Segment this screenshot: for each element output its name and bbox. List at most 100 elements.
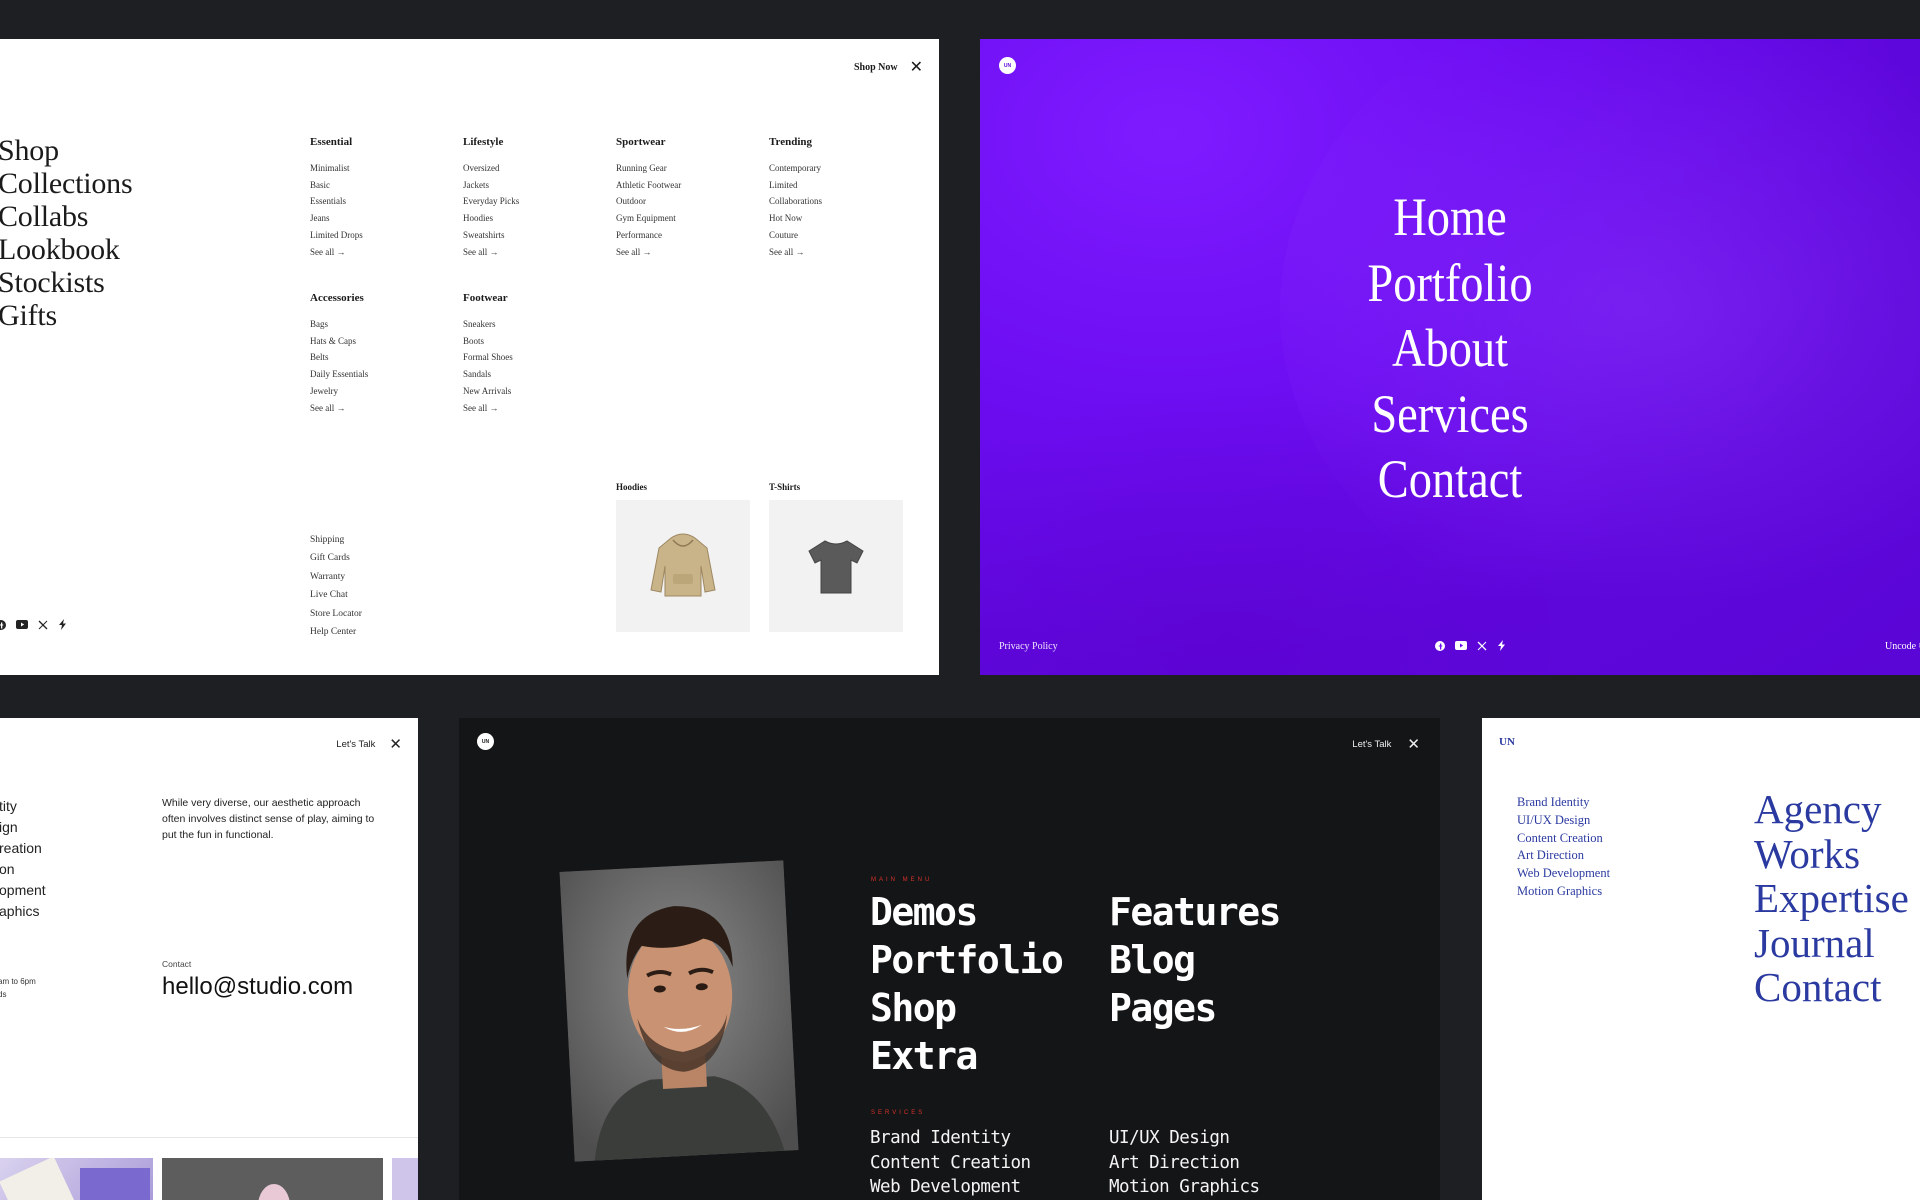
nav-item[interactable]: Expertise	[1754, 876, 1909, 921]
see-all-link[interactable]: See all →	[616, 244, 681, 261]
column-link[interactable]: Sandals	[463, 366, 513, 383]
logo[interactable]: UN	[1499, 736, 1515, 748]
service-item[interactable]: ign	[0, 817, 46, 838]
column-link[interactable]: Gym Equipment	[616, 210, 681, 227]
menu-item[interactable]: Extra	[870, 1032, 1062, 1080]
menu-item[interactable]: Portfolio	[870, 936, 1064, 984]
column-link[interactable]: Running Gear	[616, 160, 681, 177]
column-link[interactable]: Sneakers	[463, 316, 513, 333]
column-link[interactable]: Hot Now	[769, 210, 822, 227]
see-all-link[interactable]: See all →	[310, 400, 368, 417]
nav-item[interactable]: About	[1046, 316, 1854, 382]
main-nav-item[interactable]: Collections	[0, 167, 133, 200]
service-link[interactable]: UI/UX Design	[1517, 812, 1610, 830]
column-link[interactable]: New Arrivals	[463, 383, 513, 400]
column-link[interactable]: Bags	[310, 316, 368, 333]
see-all-link[interactable]: See all →	[463, 244, 519, 261]
menu-item[interactable]: Features	[1109, 888, 1282, 936]
footer-link[interactable]: Help Center	[310, 623, 362, 641]
email-link[interactable]: hello@studio.com	[162, 973, 353, 1001]
nav-item[interactable]: Portfolio	[1046, 251, 1854, 317]
product-card-hoodies[interactable]: Hoodies	[616, 482, 750, 632]
column-link[interactable]: Belts	[310, 349, 368, 366]
column-link[interactable]: Sweatshirts	[463, 227, 519, 244]
service-link[interactable]: Brand Identity	[1517, 794, 1610, 812]
service-link[interactable]: Motion Graphics	[1109, 1175, 1260, 1200]
service-link[interactable]: Web Development	[1517, 865, 1610, 883]
column-link[interactable]: Jackets	[463, 177, 519, 194]
footer-link[interactable]: Live Chat	[310, 586, 362, 604]
menu-item[interactable]: Blog	[1109, 936, 1280, 984]
menu-item[interactable]: Shop	[870, 984, 1062, 1032]
menu-item[interactable]: Pages	[1109, 984, 1280, 1032]
close-icon[interactable]: ✕	[1407, 735, 1420, 753]
column-link[interactable]: Oversized	[463, 160, 519, 177]
close-icon[interactable]: ✕	[910, 59, 923, 75]
nav-item[interactable]: Contact	[1754, 965, 1909, 1010]
thumbnail-image[interactable]	[392, 1158, 418, 1200]
main-nav-item[interactable]: Lookbook	[0, 233, 132, 266]
product-card-tshirts[interactable]: T-Shirts	[769, 482, 903, 632]
column-link[interactable]: Limited	[769, 177, 822, 194]
see-all-link[interactable]: See all →	[310, 244, 363, 261]
service-item[interactable]: reation	[0, 838, 46, 859]
lets-talk-link[interactable]: Let's Talk	[336, 739, 375, 750]
column-link[interactable]: Outdoor	[616, 193, 681, 210]
x-icon[interactable]	[38, 620, 48, 630]
service-item[interactable]: aphics	[0, 901, 46, 922]
column-link[interactable]: Minimalist	[310, 160, 363, 177]
column-link[interactable]: Limited Drops	[310, 227, 363, 244]
column-link[interactable]: Collaborations	[769, 193, 822, 210]
service-link[interactable]: Content Creation	[870, 1151, 1031, 1176]
footer-link[interactable]: Store Locator	[310, 605, 362, 623]
close-icon[interactable]: ✕	[389, 735, 402, 753]
service-item[interactable]: opment	[0, 880, 46, 901]
bolt-icon[interactable]	[58, 619, 67, 630]
product-image[interactable]	[616, 500, 750, 632]
column-link[interactable]: Athletic Footwear	[616, 177, 681, 194]
footer-link[interactable]: Warranty	[310, 568, 362, 586]
main-nav-item[interactable]: Stockists	[0, 266, 132, 299]
column-link[interactable]: Jewelry	[310, 383, 368, 400]
service-link[interactable]: Art Direction	[1109, 1151, 1260, 1176]
nav-item[interactable]: Works	[1754, 831, 1909, 877]
main-nav-item[interactable]: Collabs	[0, 200, 132, 233]
logo[interactable]: UN	[477, 733, 494, 750]
facebook-icon[interactable]	[1435, 640, 1445, 651]
nav-item[interactable]: Services	[1046, 382, 1854, 448]
shop-now-link[interactable]: Shop Now	[854, 62, 898, 73]
thumbnail-image[interactable]	[0, 1156, 153, 1200]
logo[interactable]: UN	[999, 57, 1016, 74]
column-link[interactable]: Jeans	[310, 210, 363, 227]
column-link[interactable]: Hoodies	[463, 210, 519, 227]
service-link[interactable]: Art Direction	[1517, 847, 1610, 865]
youtube-icon[interactable]	[1455, 641, 1467, 650]
main-nav-item[interactable]: Shop	[0, 134, 132, 167]
service-item[interactable]: on	[0, 859, 46, 880]
column-link[interactable]: Basic	[310, 177, 363, 194]
nav-item[interactable]: Home	[1046, 185, 1854, 251]
x-icon[interactable]	[1477, 641, 1487, 651]
bolt-icon[interactable]	[1497, 640, 1506, 651]
service-item[interactable]: tity	[0, 796, 46, 817]
nav-item[interactable]: Journal	[1754, 920, 1909, 966]
column-link[interactable]: Daily Essentials	[310, 366, 368, 383]
column-link[interactable]: Contemporary	[769, 160, 822, 177]
see-all-link[interactable]: See all →	[769, 244, 822, 261]
product-image[interactable]	[769, 500, 903, 632]
footer-link[interactable]: Shipping	[310, 531, 362, 549]
column-link[interactable]: Hats & Caps	[310, 333, 368, 350]
main-nav-item[interactable]: Gifts	[0, 299, 132, 332]
privacy-policy-link[interactable]: Privacy Policy	[999, 641, 1058, 652]
service-link[interactable]: UI/UX Design	[1109, 1126, 1260, 1151]
column-link[interactable]: Couture	[769, 227, 822, 244]
service-link[interactable]: Brand Identity	[870, 1126, 1031, 1151]
service-link[interactable]: Motion Graphics	[1517, 883, 1610, 901]
thumbnail-image[interactable]	[162, 1158, 383, 1200]
menu-item[interactable]: Demos	[870, 888, 1062, 936]
facebook-icon[interactable]	[0, 619, 6, 630]
column-link[interactable]: Essentials	[310, 193, 363, 210]
column-link[interactable]: Performance	[616, 227, 681, 244]
nav-item[interactable]: Agency	[1754, 787, 1909, 832]
nav-item[interactable]: Contact	[1046, 447, 1854, 513]
